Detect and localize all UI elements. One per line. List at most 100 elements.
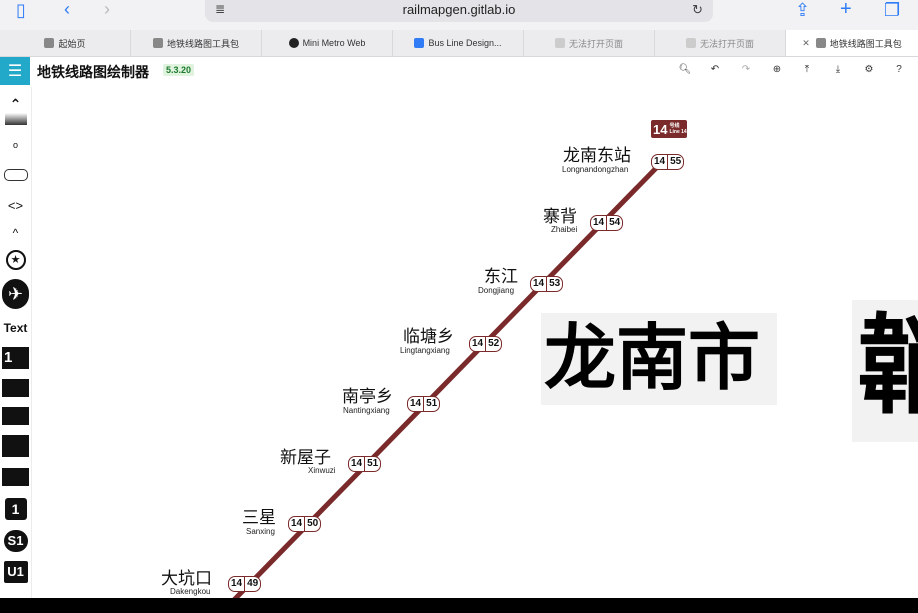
sidebar-item-line-badge-3[interactable] [2, 405, 29, 427]
line-u-badge-icon: U1 [3, 561, 28, 583]
station-pill-icon [3, 169, 28, 181]
close-tab-icon[interactable]: ✕ [802, 38, 810, 49]
tool-sidebar: ⌃ o <> ^ ★ ✈ Text 1 1 S1 U1 [0, 87, 32, 598]
app-title: 地铁线路图绘制器 [37, 64, 149, 80]
sidebar-item-expand[interactable]: <> [2, 193, 29, 217]
undo-icon[interactable]: ↶ [708, 64, 722, 75]
line-number-badge-icon: 1 [2, 347, 29, 369]
settings-gear-icon[interactable]: ⚙ [862, 64, 876, 75]
station-code-badge[interactable]: 14 52 [469, 336, 503, 352]
station-name-en: Dakengkou [170, 587, 211, 596]
station-code-badge[interactable]: 14 55 [651, 154, 685, 170]
city-name[interactable]: 龙南市 [544, 315, 760, 401]
city-name-partial[interactable]: 韒 [857, 302, 918, 432]
sidebar-item-line-badge-6[interactable]: 1 [2, 495, 29, 523]
sidebar-item-airport[interactable]: ✈ [2, 277, 29, 311]
station-name-en: Lingtangxiang [400, 346, 450, 355]
station-code-badge[interactable]: 14 54 [590, 215, 624, 231]
blank-page-icon [685, 38, 696, 48]
station-code-badge[interactable]: 14 50 [288, 516, 322, 532]
station-name-zh[interactable]: 东江 [484, 262, 518, 287]
sidebar-item-collapse[interactable]: ^ [2, 223, 29, 243]
station-name-zh[interactable]: 南亭乡 [342, 382, 393, 407]
gradient-swatch [4, 112, 27, 125]
station-name-en: Longnandongzhan [562, 165, 629, 174]
station-name-en: Sanxing [246, 527, 275, 536]
upload-icon[interactable]: ⤒ [800, 64, 814, 75]
station-name-zh[interactable]: 寨背 [543, 202, 577, 227]
railmap-icon [152, 38, 163, 48]
download-icon[interactable]: ⤓ [831, 64, 845, 75]
new-tab-icon[interactable]: + [840, 0, 852, 19]
hamburger-icon: ☰ [7, 63, 23, 80]
station-name-zh[interactable]: 龙南东站 [563, 141, 631, 166]
line-en: Line 14 [669, 129, 687, 135]
tab-railmap-toolkit-active[interactable]: ✕ 地铁线路图工具包 [786, 30, 918, 56]
airplane-icon: ✈ [2, 279, 29, 309]
station-name-zh[interactable]: 大坑口 [161, 564, 212, 589]
tab-start-page[interactable]: 起始页 [0, 30, 131, 56]
screen-bottom-edge [0, 598, 918, 613]
tab-cannot-open-1[interactable]: 无法打开页面 [524, 30, 655, 56]
line-number: 14 [653, 121, 668, 137]
station-name-zh[interactable]: 新屋子 [280, 443, 331, 468]
share-icon[interactable]: ⇪ [795, 0, 810, 20]
sidebar-item-line-badge-1[interactable]: 1 [2, 345, 29, 371]
search-icon[interactable]: 🔍︎ [678, 64, 692, 75]
sidebar-item-star[interactable]: ★ [2, 247, 29, 273]
station-code-badge[interactable]: 14 51 [348, 456, 382, 472]
address-bar[interactable]: ≣ railmapgen.gitlab.io ↻ [205, 0, 713, 22]
bus-icon [414, 38, 425, 48]
forward-icon[interactable]: › [104, 0, 110, 19]
station-name-zh[interactable]: 三星 [242, 503, 276, 528]
railmap-icon [815, 38, 826, 48]
line-badge-icon [2, 435, 29, 457]
reload-icon[interactable]: ↻ [692, 2, 703, 18]
station-code-badge[interactable]: 14 49 [228, 576, 262, 592]
app-window: ☰ 地铁线路图绘制器 5.3.20 🔍︎ ↶ ↷ ⊕ ⤒ ⤓ ⚙ ? ⌃ o <… [0, 57, 918, 598]
version-badge: 5.3.20 [163, 64, 195, 76]
station-code-badge[interactable]: 14 51 [407, 396, 441, 412]
line-badge-icon [2, 407, 29, 425]
station-name-en: Zhaibei [551, 225, 578, 234]
zoom-icon[interactable]: ⊕ [770, 64, 784, 75]
sidebar-item-virtual-node[interactable]: o [2, 133, 29, 157]
tab-bus-line-design[interactable]: Bus Line Design... [393, 30, 524, 56]
menu-button[interactable]: ☰ [0, 57, 30, 85]
sidebar-item-line-badge-s1[interactable]: S1 [2, 528, 29, 554]
tab-cannot-open-2[interactable]: 无法打开页面 [655, 30, 786, 56]
sidebar-toggle-icon[interactable]: ▯ [16, 0, 26, 20]
sidebar-item-line-badge-u1[interactable]: U1 [2, 559, 29, 585]
tabs-overview-icon[interactable]: ❐ [884, 0, 900, 20]
star-icon [44, 38, 55, 48]
sidebar-item-line-badge-4[interactable] [2, 433, 29, 459]
tab-railmap-toolkit[interactable]: 地铁线路图工具包 [131, 30, 262, 56]
chevron-up-icon: ⌃ [9, 95, 22, 112]
station-name-zh[interactable]: 临塘乡 [403, 322, 454, 347]
tab-strip: 起始页 地铁线路图工具包 Mini Metro Web Bus Line Des… [0, 30, 918, 57]
line-square-badge-icon: 1 [4, 498, 27, 520]
station-name-en: Nantingxiang [343, 406, 390, 415]
help-icon[interactable]: ? [892, 64, 906, 75]
sidebar-item-text[interactable]: Text [2, 317, 29, 339]
back-icon[interactable]: ‹ [64, 0, 70, 19]
line-name-badge-icon [2, 379, 29, 397]
station-name-en: Xinwuzi [308, 466, 336, 475]
blank-page-icon [554, 38, 565, 48]
circle-small-icon: o [12, 140, 18, 150]
redo-icon[interactable]: ↷ [739, 64, 753, 75]
url-text: railmapgen.gitlab.io [402, 2, 516, 17]
sidebar-item-station-shape[interactable] [2, 163, 29, 187]
line-badge-icon [2, 468, 29, 486]
sidebar-item-line-badge-2[interactable] [2, 377, 29, 399]
browser-toolbar: ▯ ‹ › ≣ railmapgen.gitlab.io ↻ ⇪ + ❐ [0, 0, 918, 30]
line-14-badge[interactable]: 14 号线 Line 14 [651, 120, 687, 138]
sidebar-collapse-button[interactable]: ⌃ [2, 93, 29, 127]
station-code-badge[interactable]: 14 53 [530, 276, 564, 292]
sidebar-item-line-badge-5[interactable] [2, 465, 29, 489]
mini-metro-icon [288, 38, 299, 48]
station-name-en: Dongjiang [478, 286, 515, 295]
star-icon: ★ [5, 250, 26, 270]
tab-mini-metro-web[interactable]: Mini Metro Web [262, 30, 393, 56]
line-round-badge-icon: S1 [3, 530, 28, 552]
